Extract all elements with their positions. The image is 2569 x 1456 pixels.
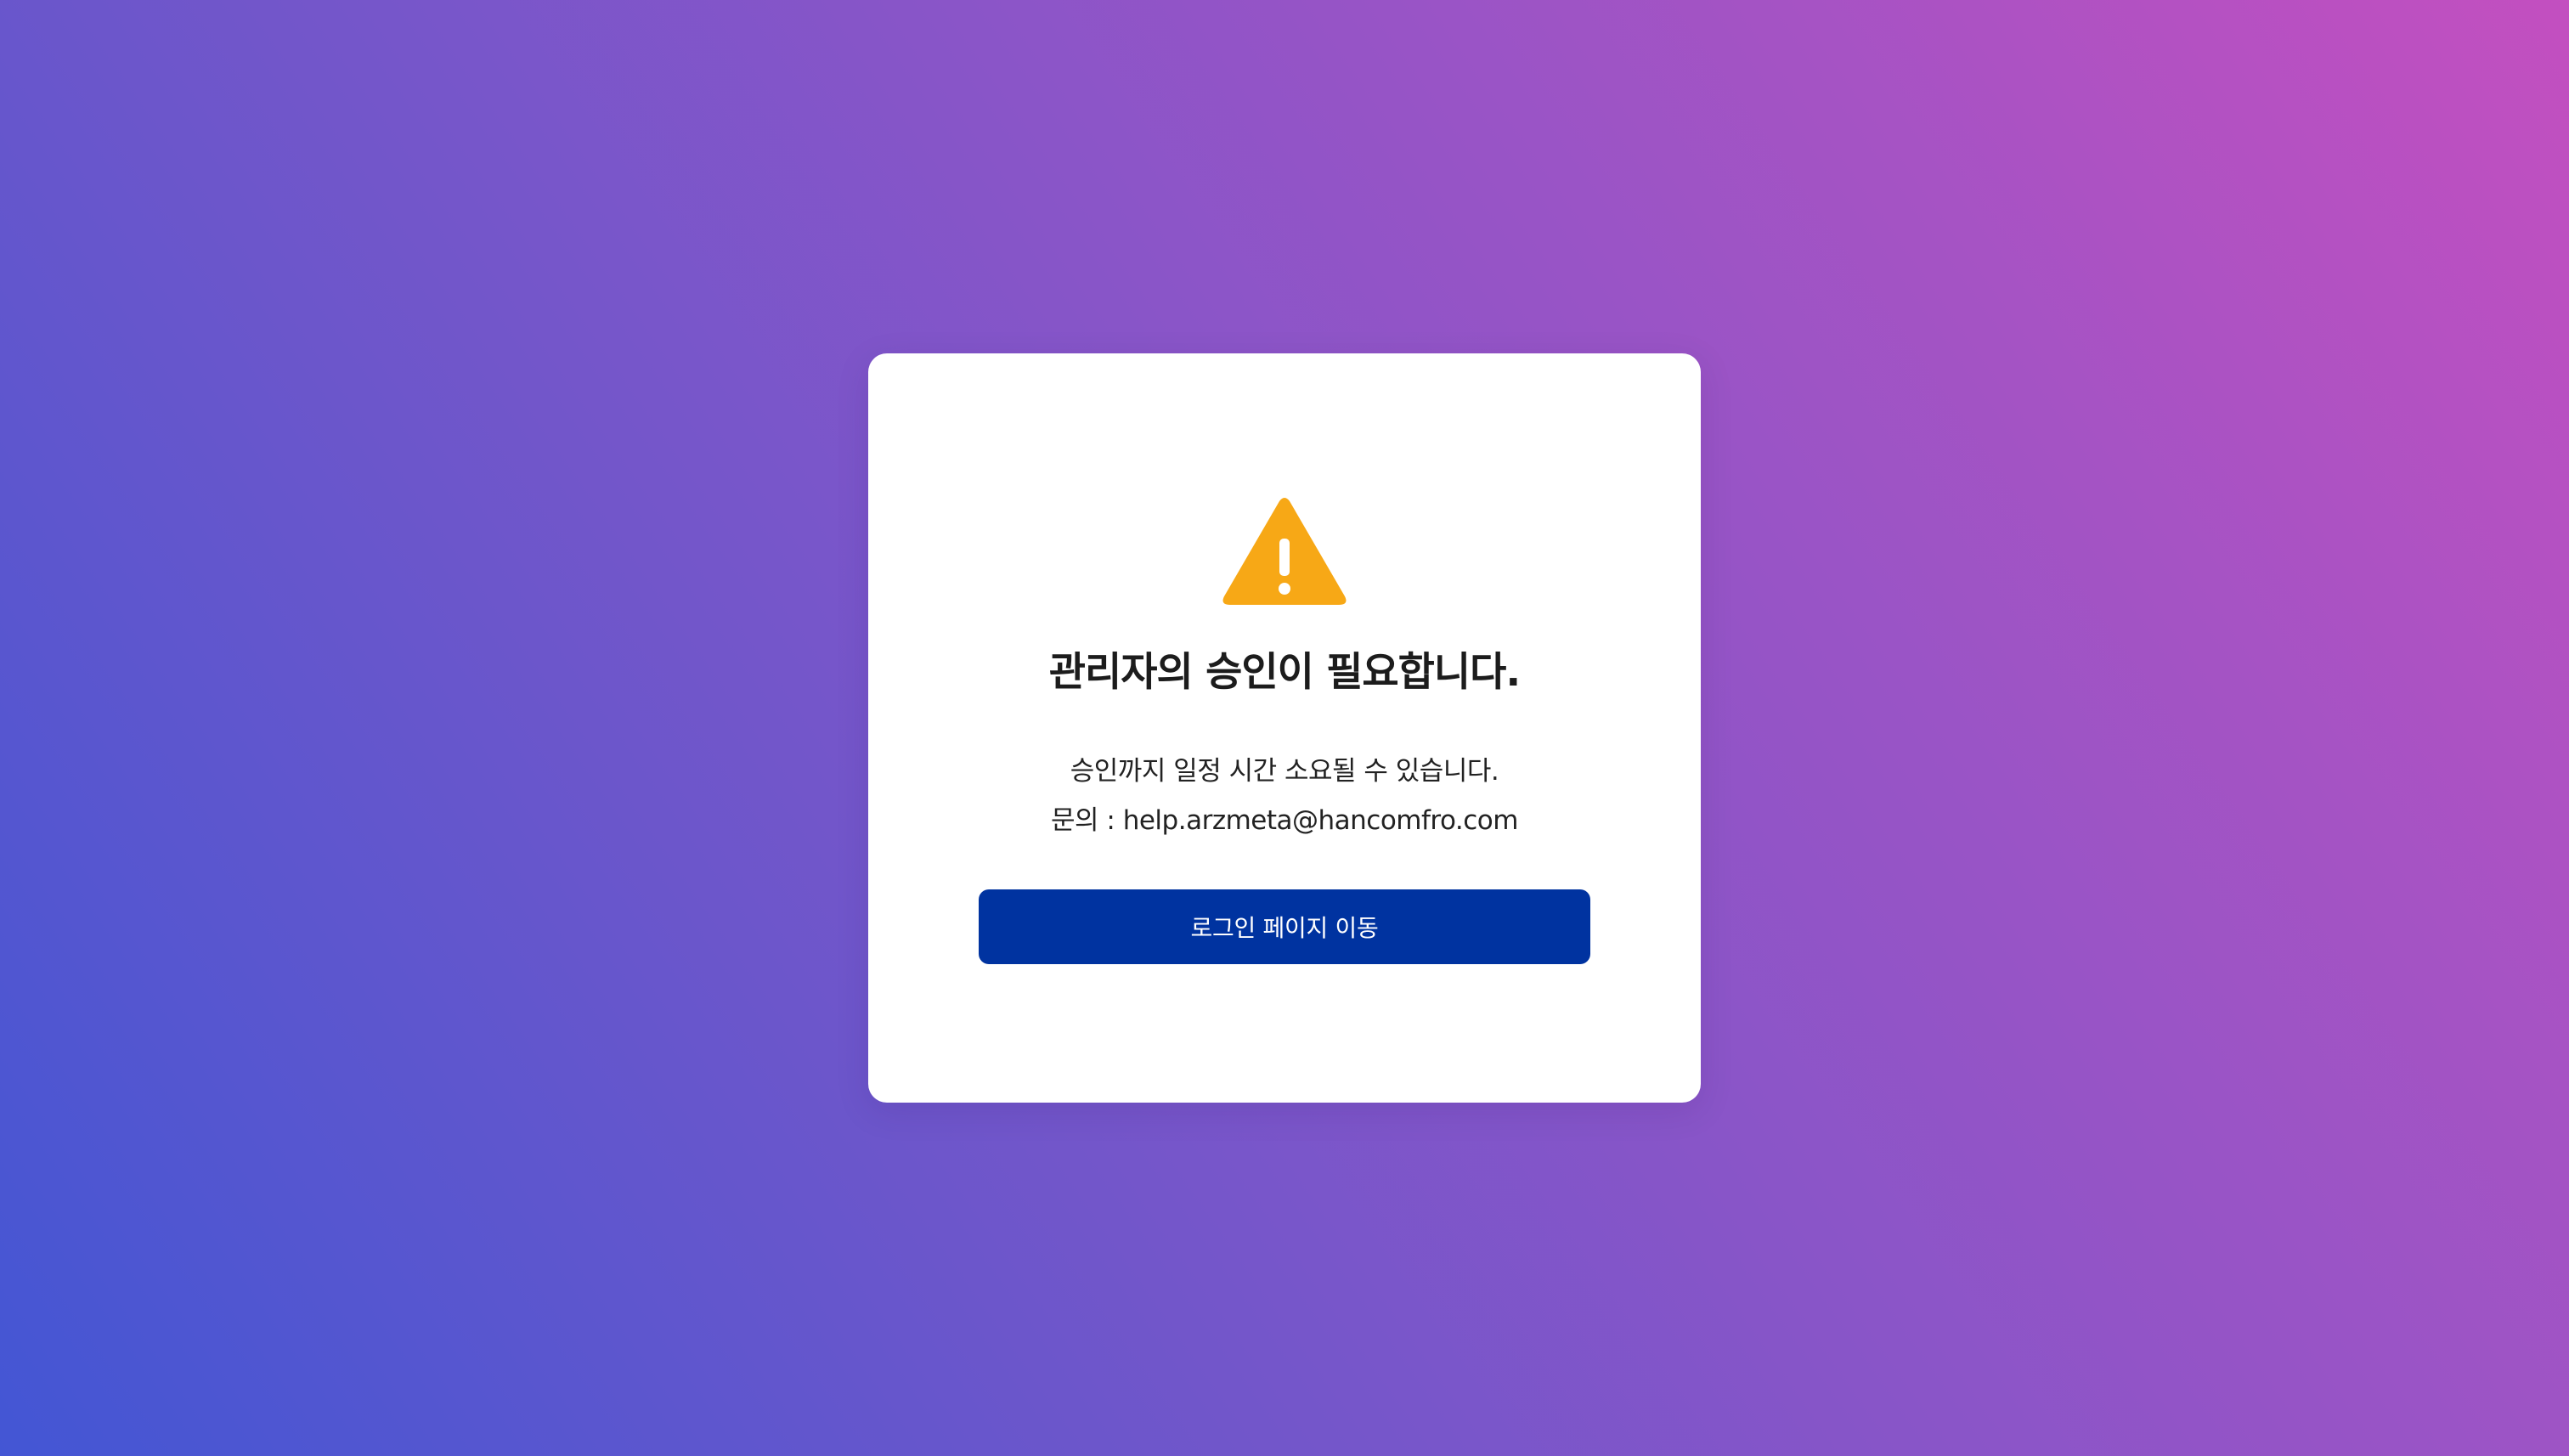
warning-icon [1222,498,1347,605]
go-to-login-button[interactable]: 로그인 페이지 이동 [979,889,1590,964]
approval-time-notice: 승인까지 일정 시간 소요될 수 있습니다. [1070,756,1499,787]
page-title: 관리자의 승인이 필요합니다. [1048,649,1521,696]
contact-info: 문의 : help.arzmeta@hancomfro.com [1051,805,1518,836]
approval-required-card: 관리자의 승인이 필요합니다. 승인까지 일정 시간 소요될 수 있습니다. 문… [868,353,1701,1103]
